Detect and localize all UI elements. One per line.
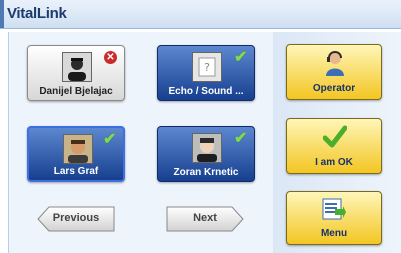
contact-card-echo-sound[interactable]: ? ✔ Echo / Sound ... — [157, 45, 255, 101]
previous-button[interactable]: Previous — [37, 206, 115, 232]
contact-name: Lars Graf — [53, 166, 99, 177]
app-title: VitalLink — [7, 5, 67, 22]
i-am-ok-button[interactable]: I am OK — [286, 118, 382, 174]
contact-avatar — [63, 134, 93, 164]
operator-label: Operator — [312, 83, 356, 94]
x-icon: ✕ — [104, 51, 118, 65]
vitallink-app: VitalLink ✕ Danijel Bjelajac ? ✔ Echo / … — [0, 0, 401, 253]
menu-button[interactable]: Menu — [286, 191, 382, 245]
contact-avatar — [192, 133, 222, 163]
title-accent — [0, 0, 4, 28]
contact-card-lars-graf[interactable]: ✔ Lars Graf — [27, 126, 125, 182]
menu-icon — [322, 198, 346, 220]
contact-avatar — [62, 52, 92, 82]
menu-label: Menu — [320, 228, 348, 239]
previous-label: Previous — [52, 212, 100, 224]
checkmark-icon — [323, 125, 347, 148]
contact-card-zoran-krnetic[interactable]: ✔ Zoran Krnetic — [157, 126, 255, 182]
operator-icon — [326, 51, 344, 76]
next-label: Next — [193, 212, 217, 224]
next-button[interactable]: Next — [166, 206, 244, 232]
contact-name: Echo / Sound ... — [168, 86, 244, 97]
checkmark-icon: ✔ — [103, 131, 117, 148]
contact-name: Zoran Krnetic — [173, 167, 239, 178]
checkmark-icon: ✔ — [234, 130, 248, 147]
title-bar: VitalLink — [0, 0, 401, 29]
checkmark-icon: ✔ — [234, 49, 248, 66]
svg-text:?: ? — [204, 61, 210, 74]
i-am-ok-label: I am OK — [315, 157, 353, 168]
contact-avatar-placeholder: ? — [192, 52, 222, 82]
contact-card-danijel-bjelajac[interactable]: ✕ Danijel Bjelajac — [27, 45, 125, 101]
operator-button[interactable]: Operator — [286, 44, 382, 100]
contact-name: Danijel Bjelajac — [39, 86, 113, 97]
